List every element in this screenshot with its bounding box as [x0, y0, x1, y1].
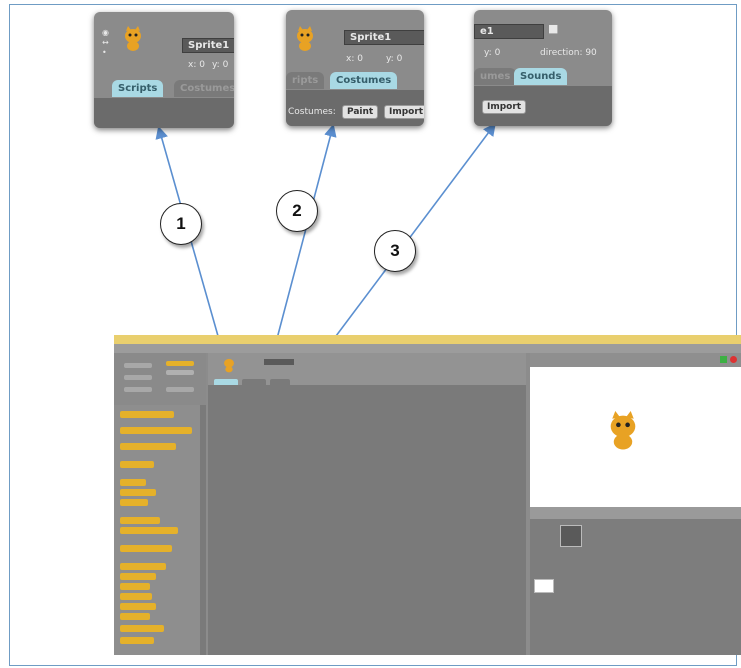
sprite-list [530, 519, 741, 655]
paint-button[interactable]: Paint [342, 105, 379, 119]
stage-thumbnail[interactable] [534, 579, 554, 593]
stage-area[interactable] [530, 367, 741, 507]
tab-costumes[interactable]: umes [474, 68, 517, 85]
cat-sprite-icon [224, 358, 234, 373]
palette-block[interactable] [120, 443, 176, 450]
palette-block[interactable] [120, 527, 178, 534]
sprite-info-header [208, 353, 526, 385]
cat-sprite-icon [125, 26, 141, 51]
palette-block[interactable] [120, 563, 166, 570]
cat-sprite-icon [297, 26, 313, 51]
palette-block[interactable] [120, 411, 174, 418]
category-button[interactable] [166, 361, 194, 366]
zoom-costumes-panel: Sprite1 x: 0 y: 0 ripts Costumes Costume… [286, 10, 424, 126]
sprite-list-toolbar [530, 507, 741, 519]
category-button[interactable] [166, 370, 194, 375]
block-categories [114, 353, 206, 405]
category-button[interactable] [124, 387, 152, 392]
tab-sounds[interactable]: Sounds [514, 68, 568, 85]
tab-costumes[interactable]: Costumes [174, 80, 234, 97]
scratch-app-window [114, 335, 741, 655]
palette-block[interactable] [120, 517, 160, 524]
callout-2: 2 [276, 190, 318, 232]
callout-3: 3 [374, 230, 416, 272]
palette-block[interactable] [120, 593, 152, 600]
arrow-2 [273, 123, 337, 351]
tab-scripts[interactable]: Scripts [112, 80, 164, 97]
palette-block[interactable] [120, 479, 146, 486]
palette-scrollbar[interactable] [200, 405, 206, 655]
sprite-thumbnail[interactable] [560, 525, 582, 547]
palette-block[interactable] [120, 637, 154, 644]
title-bar [114, 335, 741, 344]
rotate-icons[interactable]: ◉ ↔ • [102, 28, 109, 58]
lock-icon[interactable]: ■ [548, 22, 558, 35]
import-button[interactable]: Import [384, 105, 424, 119]
coord-y: y: 0 [386, 54, 403, 64]
scripts-area[interactable] [208, 385, 526, 655]
menu-bar [114, 344, 741, 353]
category-button[interactable] [124, 363, 152, 368]
coord-y: y: 0 [484, 48, 501, 58]
coord-x: x: 0 [188, 60, 205, 70]
tab-costumes[interactable]: Costumes [330, 72, 398, 89]
palette-block[interactable] [120, 625, 164, 632]
palette-block[interactable] [120, 499, 148, 506]
coord-y: y: 0 [212, 60, 229, 70]
stage-toolbar [530, 353, 741, 367]
stop-icon[interactable] [730, 356, 737, 363]
sprite-name-field[interactable]: Sprite1 [344, 30, 424, 45]
tab-scripts[interactable]: ripts [286, 72, 325, 89]
zoom-sounds-panel: e1 ■ y: 0 direction: 90 umes Sounds Impo… [474, 10, 612, 126]
category-button[interactable] [166, 387, 194, 392]
palette-block[interactable] [120, 573, 156, 580]
sprite-name-field[interactable]: Sprite1 [182, 38, 234, 53]
palette-block[interactable] [120, 427, 192, 434]
callout-1: 1 [160, 203, 202, 245]
palette-block[interactable] [120, 545, 172, 552]
palette-block[interactable] [120, 603, 156, 610]
green-flag-icon[interactable] [720, 356, 727, 363]
coord-x: x: 0 [346, 54, 363, 64]
direction-readout: direction: 90 [540, 48, 597, 58]
category-button[interactable] [124, 375, 152, 380]
cat-sprite-icon[interactable] [606, 411, 640, 451]
palette-block[interactable] [120, 613, 150, 620]
sprite-name-field[interactable] [264, 359, 294, 365]
palette-block[interactable] [120, 489, 156, 496]
palette-block[interactable] [120, 461, 154, 468]
import-sound-button[interactable]: Import [482, 100, 527, 114]
palette-block[interactable] [120, 583, 150, 590]
block-palette [114, 405, 200, 655]
zoom-scripts-panel: ◉ ↔ • Sprite1 x: 0 y: 0 Scripts Costumes [94, 12, 234, 128]
new-costume-label: Costumes: [288, 107, 336, 117]
sprite-name-field[interactable]: e1 [474, 24, 544, 39]
